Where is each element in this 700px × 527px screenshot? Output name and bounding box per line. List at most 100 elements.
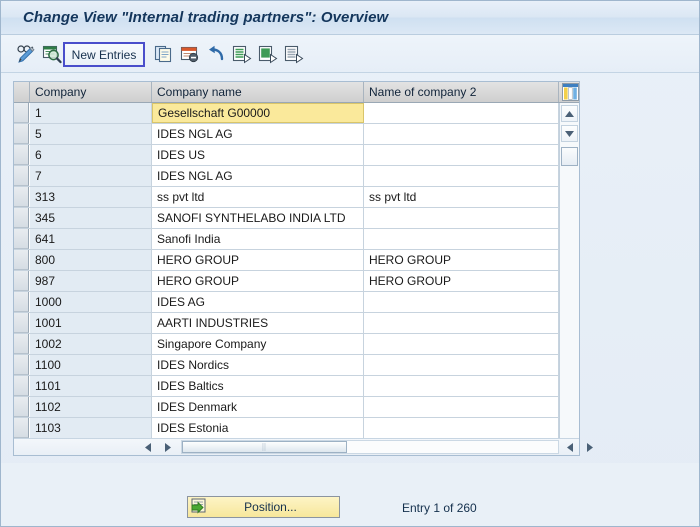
table-cell-company[interactable]: 1 [30,103,152,123]
table-cell-company[interactable]: 1002 [30,334,152,354]
table-row[interactable]: 7 IDES NGL AG [14,166,559,187]
table-cell-company_name[interactable]: ss pvt ltd [152,187,364,207]
table-cell-name_of_company_2[interactable] [364,418,559,438]
table-cell-company_name[interactable]: IDES AG [152,292,364,312]
vertical-scrollbar-thumb[interactable] [561,147,578,166]
vertical-scrollbar[interactable] [559,103,579,440]
table-cell-name_of_company_2[interactable] [364,355,559,375]
table-cell-name_of_company_2[interactable]: ss pvt ltd [364,187,559,207]
row-select-button[interactable] [14,313,29,333]
table-cell-company_name[interactable]: HERO GROUP [152,271,364,291]
column-header-company-name[interactable]: Company name [152,82,364,102]
row-select-button[interactable] [14,124,29,144]
horizontal-scrollbar[interactable]: ⣿ [14,438,593,455]
row-select-button[interactable] [14,250,29,270]
table-row[interactable]: 800 HERO GROUP HERO GROUP [14,250,559,271]
table-row[interactable]: 6 IDES US [14,145,559,166]
column-configuration-icon[interactable] [562,83,579,101]
horizontal-scrollbar-track[interactable]: ⣿ [181,440,559,454]
table-cell-company_name[interactable]: HERO GROUP [152,250,364,270]
check-entries-icon[interactable] [41,43,63,65]
table-cell-name_of_company_2[interactable] [364,208,559,228]
table-cell-name_of_company_2[interactable] [364,292,559,312]
column-header-name-of-company-2[interactable]: Name of company 2 [364,82,559,102]
table-row[interactable]: 1102 IDES Denmark [14,397,559,418]
table-cell-name_of_company_2[interactable] [364,124,559,144]
table-cell-name_of_company_2[interactable]: HERO GROUP [364,271,559,291]
table-cell-company_name[interactable]: Singapore Company [152,334,364,354]
deselect-all-icon[interactable] [283,43,305,65]
table-row[interactable]: 5 IDES NGL AG [14,124,559,145]
row-select-button[interactable] [14,187,29,207]
table-cell-name_of_company_2[interactable] [364,145,559,165]
table-row[interactable]: 1100 IDES Nordics [14,355,559,376]
scroll-down-icon[interactable] [561,125,578,142]
table-row[interactable]: 641 Sanofi India [14,229,559,250]
column-header-company[interactable]: Company [30,82,152,102]
delete-icon[interactable] [179,43,201,65]
row-select-button[interactable] [14,271,29,291]
select-all-icon[interactable] [231,43,253,65]
table-cell-company_name[interactable]: AARTI INDUSTRIES [152,313,364,333]
row-select-button[interactable] [14,397,29,417]
row-select-button[interactable] [14,166,29,186]
row-select-button[interactable] [14,334,29,354]
table-cell-company[interactable]: 6 [30,145,152,165]
row-select-button[interactable] [14,418,29,438]
table-row[interactable]: 1 Gesellschaft G00000 [14,103,559,124]
table-cell-company_name[interactable]: IDES Baltics [152,376,364,396]
table-cell-company[interactable]: 313 [30,187,152,207]
table-cell-company[interactable]: 800 [30,250,152,270]
row-select-button[interactable] [14,103,29,123]
table-cell-company[interactable]: 641 [30,229,152,249]
select-block-icon[interactable] [257,43,279,65]
new-entries-button[interactable]: New Entries [63,42,145,67]
table-cell-company[interactable]: 1102 [30,397,152,417]
table-cell-company[interactable]: 5 [30,124,152,144]
table-cell-company_name[interactable]: IDES Denmark [152,397,364,417]
table-cell-name_of_company_2[interactable] [364,103,559,123]
table-cell-name_of_company_2[interactable] [364,229,559,249]
table-cell-company_name[interactable]: Gesellschaft G00000 [152,103,364,123]
row-select-button[interactable] [14,376,29,396]
undo-icon[interactable] [205,43,227,65]
table-row[interactable]: 1101 IDES Baltics [14,376,559,397]
horizontal-scrollbar-thumb[interactable]: ⣿ [182,441,347,453]
table-row[interactable]: 1103 IDES Estonia [14,418,559,439]
table-cell-company[interactable]: 987 [30,271,152,291]
table-cell-name_of_company_2[interactable]: HERO GROUP [364,250,559,270]
table-cell-company[interactable]: 1001 [30,313,152,333]
table-row[interactable]: 1002 Singapore Company [14,334,559,355]
position-button[interactable]: Position... [187,496,340,518]
table-cell-company[interactable]: 7 [30,166,152,186]
table-cell-company[interactable]: 1000 [30,292,152,312]
table-cell-company[interactable]: 1100 [30,355,152,375]
table-row[interactable]: 987 HERO GROUP HERO GROUP [14,271,559,292]
select-all-column-header[interactable] [14,82,30,102]
table-cell-company[interactable]: 345 [30,208,152,228]
table-row[interactable]: 313 ss pvt ltd ss pvt ltd [14,187,559,208]
table-cell-name_of_company_2[interactable] [364,313,559,333]
scroll-right-icon-right-group[interactable] [582,440,597,454]
table-cell-company_name[interactable]: IDES Nordics [152,355,364,375]
table-row[interactable]: 1000 IDES AG [14,292,559,313]
row-select-button[interactable] [14,145,29,165]
table-cell-company_name[interactable]: IDES Estonia [152,418,364,438]
table-cell-company_name[interactable]: Sanofi India [152,229,364,249]
row-select-button[interactable] [14,229,29,249]
table-cell-company[interactable]: 1101 [30,376,152,396]
row-select-button[interactable] [14,292,29,312]
scroll-up-icon[interactable] [561,105,578,122]
scroll-left-icon[interactable] [140,440,155,454]
scroll-left-icon-right-group[interactable] [562,440,577,454]
row-select-button[interactable] [14,208,29,228]
table-row[interactable]: 345 SANOFI SYNTHELABO INDIA LTD [14,208,559,229]
table-cell-company[interactable]: 1103 [30,418,152,438]
table-cell-company_name[interactable]: IDES NGL AG [152,166,364,186]
table-cell-company_name[interactable]: IDES NGL AG [152,124,364,144]
table-cell-name_of_company_2[interactable] [364,376,559,396]
table-cell-name_of_company_2[interactable] [364,397,559,417]
scroll-right-icon[interactable] [160,440,175,454]
table-row[interactable]: 1001 AARTI INDUSTRIES [14,313,559,334]
table-cell-name_of_company_2[interactable] [364,166,559,186]
